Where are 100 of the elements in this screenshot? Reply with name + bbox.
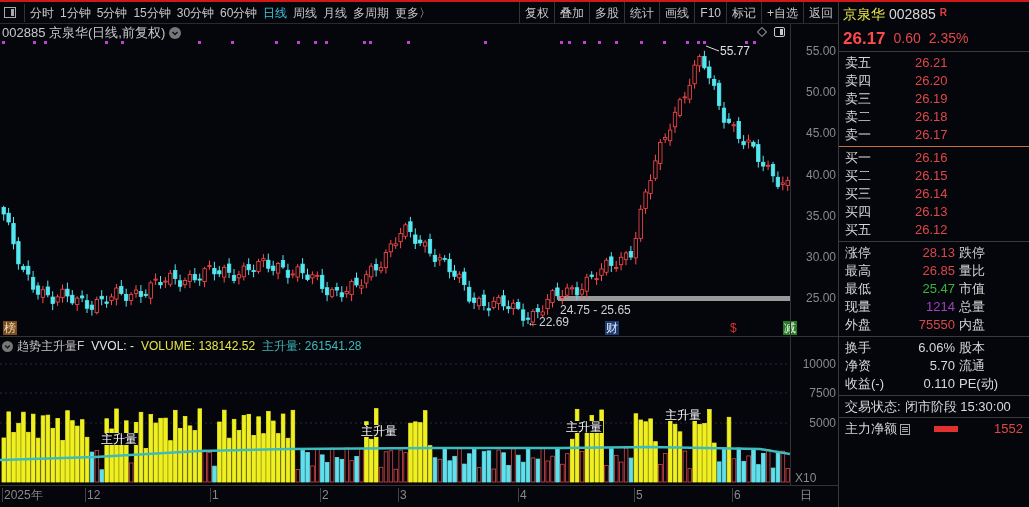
panel-toggle-icon[interactable] <box>774 27 785 37</box>
rating-label: R <box>939 6 947 20</box>
toolbar-button[interactable]: +自选 <box>761 2 803 23</box>
list-icon[interactable] <box>900 423 910 435</box>
order-level-label: 买五 <box>845 221 872 240</box>
period-tab[interactable]: 1分钟 <box>60 3 91 22</box>
period-tab[interactable]: 月线 <box>323 3 348 22</box>
period-tab[interactable]: 30分钟 <box>176 3 215 22</box>
net-flow-bar <box>934 426 958 432</box>
net-flow-value: 1552 <box>994 420 1023 439</box>
toolbar-button[interactable]: 复权 <box>519 2 555 23</box>
volume-axis-label: 10000 <box>802 357 836 371</box>
date-axis-label: 4 <box>518 488 527 502</box>
stat-label: 股本 <box>959 339 985 358</box>
stat-label: 最高 <box>845 262 872 281</box>
stat-label: 量比 <box>959 262 985 281</box>
diamond-icon[interactable] <box>757 27 767 37</box>
period-tab[interactable]: 5分钟 <box>96 3 128 22</box>
indicator-value: VVOL: - <box>91 339 135 353</box>
signal-label: 主升量 <box>565 421 603 433</box>
period-tab[interactable]: 60分钟 <box>220 3 258 22</box>
order-level-label: 卖一 <box>845 126 872 145</box>
price-axis-label: 40.00 <box>805 167 836 182</box>
stat-label: 总量 <box>959 298 985 317</box>
status-value: 闭市阶段 15:30:00 <box>904 397 1011 416</box>
stat-label: 跌停 <box>959 244 985 263</box>
stat-value: 6.06% <box>917 339 955 358</box>
order-level-label: 买三 <box>845 185 872 204</box>
stat-label: PE(动) <box>959 375 998 394</box>
date-axis-label: 1 <box>210 488 219 502</box>
stat-value: 28.13 <box>921 244 955 263</box>
date-axis-label: 5 <box>634 488 643 502</box>
order-price: 26.20 <box>915 72 948 91</box>
price-change: 0.60 <box>893 29 921 48</box>
toolbar-button[interactable]: 多股 <box>589 2 625 23</box>
volume-axis-label: 5000 <box>809 416 836 430</box>
date-axis-label: 日 <box>800 488 812 502</box>
order-price: 26.17 <box>915 126 948 145</box>
order-level-label: 卖二 <box>845 108 872 127</box>
net-flow-label: 主力净额 <box>845 420 897 439</box>
date-axis-label: 2 <box>320 488 329 502</box>
order-level-label: 买一 <box>845 149 872 168</box>
period-tab[interactable]: 分时 <box>30 3 54 22</box>
indicator-name: 趋势主升量F <box>17 339 85 353</box>
signal-label: 主升量 <box>360 425 398 437</box>
toolbar-button[interactable]: 统计 <box>624 2 660 23</box>
event-marker[interactable]: $ <box>729 321 738 335</box>
chart-title: 002885 京泉华(日线,前复权) <box>2 25 166 40</box>
stat-label: 最低 <box>845 280 872 299</box>
stat-label: 市值 <box>959 280 985 299</box>
toolbar-button[interactable]: 画线 <box>659 2 695 23</box>
toolbar-button[interactable]: 标记 <box>726 2 761 23</box>
volume-unit-label: X10 <box>795 471 817 485</box>
period-tab[interactable]: 多周期 <box>353 3 390 22</box>
order-level-label: 买四 <box>845 203 872 222</box>
toolbar-button[interactable]: 返回 <box>803 2 838 23</box>
chevron-down-icon[interactable] <box>2 340 13 352</box>
price-axis-label: 30.00 <box>805 249 836 264</box>
signal-label: 主升量 <box>664 409 702 421</box>
order-level-label: 买二 <box>845 167 872 186</box>
stat-value: 0.110 <box>922 375 955 394</box>
price-axis-label: 25.00 <box>805 291 836 305</box>
stat-label: 收益(-) <box>845 375 885 394</box>
status-label: 交易状态: <box>845 397 901 416</box>
date-axis-label: 2025年 <box>2 488 43 502</box>
period-tab[interactable]: 更多〉 <box>395 3 432 22</box>
signal-label: 主升量 <box>100 433 138 445</box>
chevron-down-icon[interactable] <box>169 26 182 39</box>
order-level-label: 卖五 <box>845 54 872 73</box>
order-price: 26.19 <box>915 90 948 109</box>
order-price: 26.15 <box>915 167 948 186</box>
stat-value: 1214 <box>925 298 955 317</box>
order-price: 26.12 <box>915 221 948 240</box>
event-marker[interactable]: 榜 <box>3 321 17 335</box>
price-axis-label: 35.00 <box>805 208 836 223</box>
volume-axis-label: 7500 <box>809 386 836 400</box>
percent-change: 2.35% <box>928 29 969 48</box>
period-tab[interactable]: 周线 <box>293 3 318 22</box>
stat-value: 25.47 <box>921 280 955 299</box>
price-axis-label: 45.00 <box>805 126 836 141</box>
stat-label: 净资 <box>845 357 872 376</box>
event-marker[interactable]: 财 <box>605 321 619 335</box>
stat-value: 26.85 <box>921 262 955 281</box>
order-price: 26.16 <box>915 149 948 168</box>
stock-name: 京泉华 <box>843 4 885 24</box>
price-axis-label: 50.00 <box>805 85 836 100</box>
stat-value: 5.70 <box>928 357 955 376</box>
stock-code: 002885 <box>889 4 936 24</box>
order-level-label: 卖四 <box>845 72 872 91</box>
toolbar-button[interactable]: F10 <box>694 2 726 23</box>
price-axis-label: 55.00 <box>805 44 836 58</box>
date-axis-label: 6 <box>732 488 741 502</box>
toolbar-button[interactable]: 叠加 <box>554 2 590 23</box>
order-price: 26.14 <box>915 185 948 204</box>
stat-label: 涨停 <box>845 244 872 263</box>
period-tab[interactable]: 日线 <box>263 3 288 22</box>
period-tab[interactable]: 15分钟 <box>133 3 171 22</box>
date-axis-label: 3 <box>398 488 407 502</box>
stat-label: 流通 <box>959 357 985 376</box>
panel-toggle-icon[interactable] <box>4 7 16 18</box>
